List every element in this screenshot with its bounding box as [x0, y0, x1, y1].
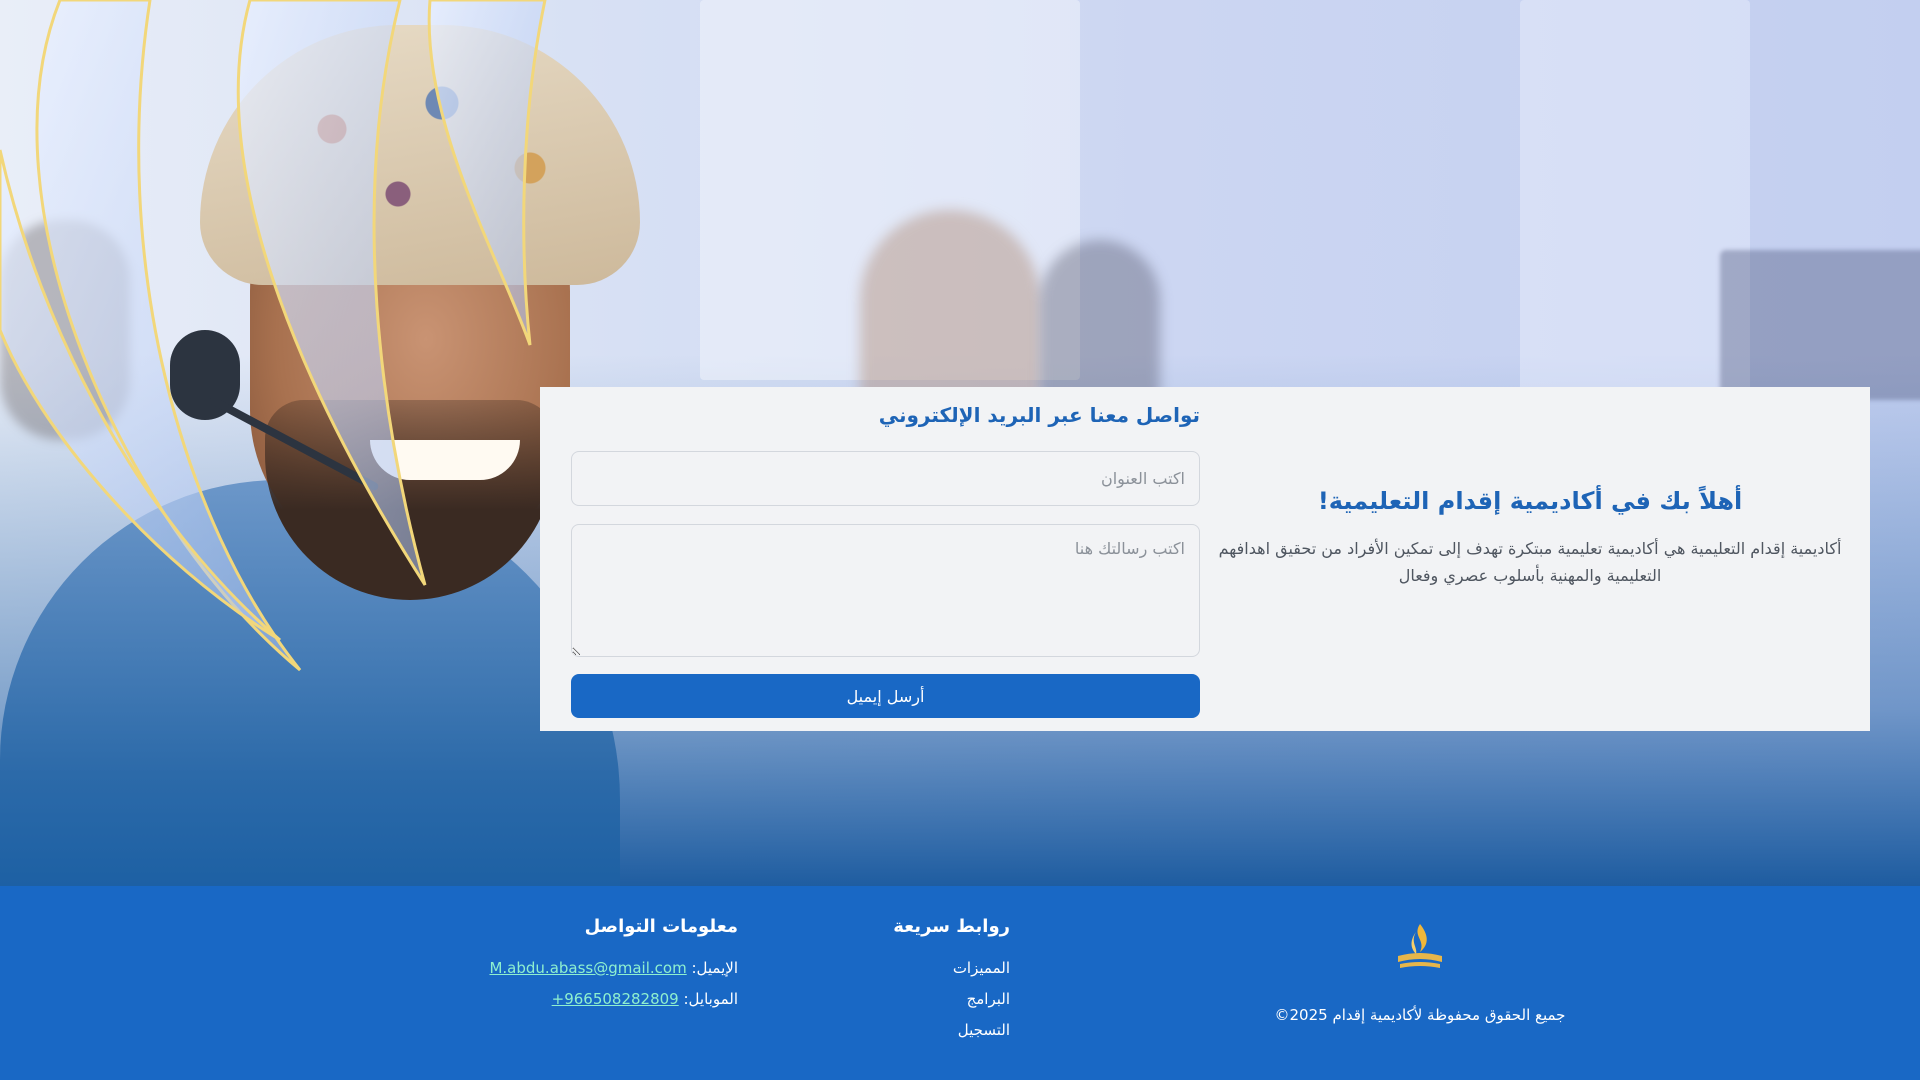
footer: جميع الحقوق محفوظة لأكاديمية إقدام 2025©… [0, 886, 1920, 1080]
background-monitor [1720, 250, 1920, 400]
send-email-button[interactable]: أرسل إيميل [571, 674, 1200, 718]
logo-swoosh-overlay [0, 0, 547, 672]
quick-links-title: روابط سريعة [893, 916, 1010, 937]
subject-input[interactable] [571, 451, 1200, 506]
email-label: الإيميل: [691, 959, 738, 977]
mobile-label: الموبايل: [683, 990, 739, 1008]
mobile-link[interactable]: +966508282809 [552, 990, 679, 1008]
email-row: الإيميل: M.abdu.abass@gmail.com [430, 959, 738, 977]
contact-card: أهلاً بك في أكاديمية إقدام التعليمية! أك… [540, 387, 1870, 731]
welcome-heading: أهلاً بك في أكاديمية إقدام التعليمية! [1317, 487, 1743, 515]
background-window [1520, 0, 1750, 420]
link-features[interactable]: المميزات [830, 959, 1010, 977]
contact-info: معلومات التواصل الإيميل: M.abdu.abass@gm… [430, 916, 738, 1021]
message-textarea[interactable] [571, 524, 1200, 657]
footer-brand: جميع الحقوق محفوظة لأكاديمية إقدام 2025© [1260, 922, 1580, 1024]
background-person [1040, 240, 1160, 410]
welcome-description: أكاديمية إقدام التعليمية هي أكاديمية تعل… [1218, 539, 1842, 585]
welcome-section: أهلاً بك في أكاديمية إقدام التعليمية! أك… [1215, 487, 1845, 589]
contact-form: تواصل معنا عبر البريد الإلكتروني أرسل إي… [571, 403, 1200, 718]
link-programs[interactable]: البرامج [830, 990, 1010, 1008]
email-link[interactable]: M.abdu.abass@gmail.com [489, 959, 686, 977]
copyright-text: جميع الحقوق محفوظة لأكاديمية إقدام 2025© [1274, 1006, 1566, 1024]
contact-info-title: معلومات التواصل [584, 916, 738, 937]
academy-logo-icon [1390, 922, 1450, 978]
link-registration[interactable]: التسجيل [830, 1021, 1010, 1039]
contact-form-title: تواصل معنا عبر البريد الإلكتروني [878, 403, 1200, 427]
quick-links: روابط سريعة المميزات البرامج التسجيل [830, 916, 1010, 1052]
mobile-row: الموبايل: +966508282809 [430, 990, 738, 1008]
